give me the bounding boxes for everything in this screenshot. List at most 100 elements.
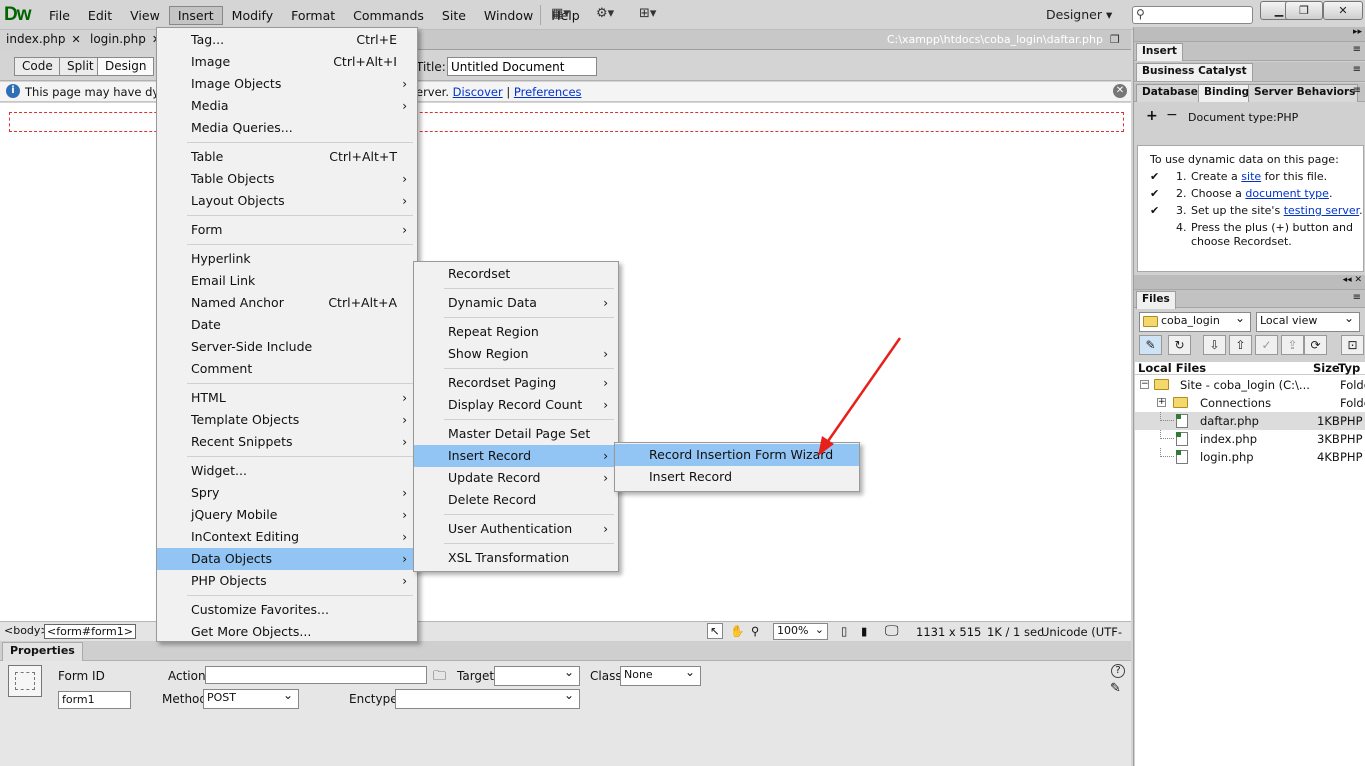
search-input[interactable]: ⚲: [1132, 6, 1253, 24]
menu-item-tag[interactable]: Tag... Ctrl+E: [157, 29, 417, 51]
menu-format[interactable]: Format: [282, 6, 344, 25]
menu-site[interactable]: Site: [433, 6, 475, 25]
menu-item-html[interactable]: HTML ›: [157, 387, 417, 409]
menu-item-display-record-count[interactable]: Display Record Count ›: [414, 394, 618, 416]
hand-tool-icon[interactable]: ✋: [730, 624, 744, 638]
panel-menu-icon[interactable]: ≡: [1353, 64, 1361, 75]
menu-item-dynamic-data[interactable]: Dynamic Data ›: [414, 292, 618, 314]
panel-menu-icon[interactable]: ≡: [1353, 292, 1361, 303]
menu-item-get-more-objects[interactable]: Get More Objects...: [157, 621, 417, 643]
code-view-button[interactable]: Code: [14, 57, 61, 76]
window-size[interactable]: 1131 x 515: [916, 625, 981, 639]
sitemap-icon[interactable]: ⊞▾: [639, 6, 656, 21]
menu-item-data-objects[interactable]: Data Objects ›: [157, 548, 417, 570]
menu-item-media[interactable]: Media ›: [157, 95, 417, 117]
tab-index[interactable]: index.php ✕: [0, 30, 88, 50]
menu-item-comment[interactable]: Comment: [157, 358, 417, 380]
menu-item-table[interactable]: Table Ctrl+Alt+T: [157, 146, 417, 168]
menu-item-date[interactable]: Date: [157, 314, 417, 336]
menu-item-php-objects[interactable]: PHP Objects ›: [157, 570, 417, 592]
connect-icon[interactable]: ✎: [1139, 335, 1162, 355]
split-view-button[interactable]: Split: [59, 57, 102, 76]
menu-modify[interactable]: Modify: [223, 6, 282, 25]
sync-icon[interactable]: ⟳: [1304, 335, 1327, 355]
file-row[interactable]: − Site - coba_login (C:\... Folde: [1135, 376, 1365, 394]
tablet-size-icon[interactable]: ▮: [861, 624, 867, 638]
menu-item-xsl-transformation[interactable]: XSL Transformation: [414, 547, 618, 569]
menu-item-spry[interactable]: Spry ›: [157, 482, 417, 504]
restore-doc-icon[interactable]: ❐: [1110, 33, 1120, 46]
menu-item-form[interactable]: Form ›: [157, 219, 417, 241]
menu-item-template-objects[interactable]: Template Objects ›: [157, 409, 417, 431]
menu-item-hyperlink[interactable]: Hyperlink: [157, 248, 417, 270]
file-row[interactable]: daftar.php 1KB PHP: [1135, 412, 1365, 430]
col-local-files[interactable]: Local Files: [1138, 361, 1206, 375]
design-view-button[interactable]: Design: [97, 57, 155, 76]
action-input[interactable]: [205, 666, 427, 684]
refresh-icon[interactable]: ↻: [1168, 335, 1191, 355]
tab-files[interactable]: Files: [1136, 291, 1176, 309]
enctype-select[interactable]: [395, 688, 580, 709]
file-row[interactable]: index.php 3KB PHP: [1135, 430, 1365, 448]
select-tool-icon[interactable]: ↖: [707, 623, 723, 639]
edit-icon[interactable]: ✎: [1110, 681, 1121, 696]
expand-icon[interactable]: ⊡: [1341, 335, 1364, 355]
menu-item-recent-snippets[interactable]: Recent Snippets ›: [157, 431, 417, 453]
get-files-icon[interactable]: ⇩: [1203, 335, 1226, 355]
file-row[interactable]: login.php 4KB PHP: [1135, 448, 1365, 466]
tree-toggle-icon[interactable]: −: [1140, 380, 1149, 389]
put-files-icon[interactable]: ⇧: [1229, 335, 1252, 355]
menu-item-email-link[interactable]: Email Link: [157, 270, 417, 292]
folder-icon[interactable]: 🗀: [433, 667, 446, 689]
workspace-switcher[interactable]: Designer ▾: [1046, 7, 1112, 22]
menu-window[interactable]: Window: [475, 6, 542, 25]
tab-business-catalyst[interactable]: Business Catalyst: [1136, 63, 1253, 81]
col-type[interactable]: Typ: [1338, 361, 1360, 375]
menu-item-repeat-region[interactable]: Repeat Region: [414, 321, 618, 343]
view-select[interactable]: Local view: [1256, 311, 1360, 332]
method-select[interactable]: POST: [203, 688, 299, 709]
menu-commands[interactable]: Commands: [344, 6, 433, 25]
tab-server-behaviors[interactable]: Server Behaviors: [1248, 84, 1358, 102]
menu-item-jquery-mobile[interactable]: jQuery Mobile ›: [157, 504, 417, 526]
menu-item-insert-record[interactable]: Insert Record ›: [414, 445, 618, 467]
help-icon[interactable]: ?: [1111, 664, 1125, 678]
panel-menu-icon[interactable]: ≡: [1353, 85, 1361, 96]
menu-item-server-side-include[interactable]: Server-Side Include: [157, 336, 417, 358]
mobile-size-icon[interactable]: ▯: [841, 624, 847, 638]
gear-icon[interactable]: ⚙▾: [596, 6, 614, 21]
desktop-size-icon[interactable]: 🖵: [885, 623, 899, 639]
menu-edit[interactable]: Edit: [79, 6, 121, 25]
check-in-icon[interactable]: ⇪: [1281, 335, 1304, 355]
menu-file[interactable]: File: [40, 6, 79, 25]
menu-view[interactable]: View: [121, 6, 169, 25]
menu-item-delete-record[interactable]: Delete Record: [414, 489, 618, 511]
menu-item-incontext-editing[interactable]: InContext Editing ›: [157, 526, 417, 548]
step-link[interactable]: document type: [1245, 187, 1329, 200]
close-button[interactable]: ✕: [1323, 1, 1363, 20]
file-row[interactable]: + Connections Folde: [1135, 394, 1365, 412]
panel-menu-icon[interactable]: ≡: [1353, 44, 1361, 55]
tree-toggle-icon[interactable]: +: [1157, 398, 1166, 407]
tab-insert[interactable]: Insert: [1136, 43, 1183, 61]
menu-item-image[interactable]: Image Ctrl+Alt+I: [157, 51, 417, 73]
menu-item-recordset[interactable]: Recordset: [414, 263, 618, 285]
zoom-select[interactable]: 100% ⌄: [773, 623, 828, 640]
menu-item-media-queries[interactable]: Media Queries...: [157, 117, 417, 139]
close-icon[interactable]: ✕: [1113, 84, 1127, 98]
menu-item-named-anchor[interactable]: Named Anchor Ctrl+Alt+A: [157, 292, 417, 314]
menu-item-customize-favorites[interactable]: Customize Favorites...: [157, 599, 417, 621]
site-select[interactable]: coba_login: [1139, 311, 1251, 332]
menu-item-layout-objects[interactable]: Layout Objects ›: [157, 190, 417, 212]
zoom-tool-icon[interactable]: ⚲: [751, 624, 759, 638]
menu-item-table-objects[interactable]: Table Objects ›: [157, 168, 417, 190]
step-link[interactable]: site: [1241, 170, 1261, 183]
menu-item-image-objects[interactable]: Image Objects ›: [157, 73, 417, 95]
menu-insert[interactable]: Insert: [168, 6, 223, 25]
panel-collapse-bar[interactable]: ▸▸: [1134, 27, 1365, 42]
menu-item-master-detail-page-set[interactable]: Master Detail Page Set: [414, 423, 618, 445]
add-binding-icon[interactable]: +: [1146, 108, 1158, 124]
step-link[interactable]: testing server: [1284, 204, 1359, 217]
properties-tab[interactable]: Properties: [2, 642, 83, 661]
target-select[interactable]: [494, 665, 580, 686]
